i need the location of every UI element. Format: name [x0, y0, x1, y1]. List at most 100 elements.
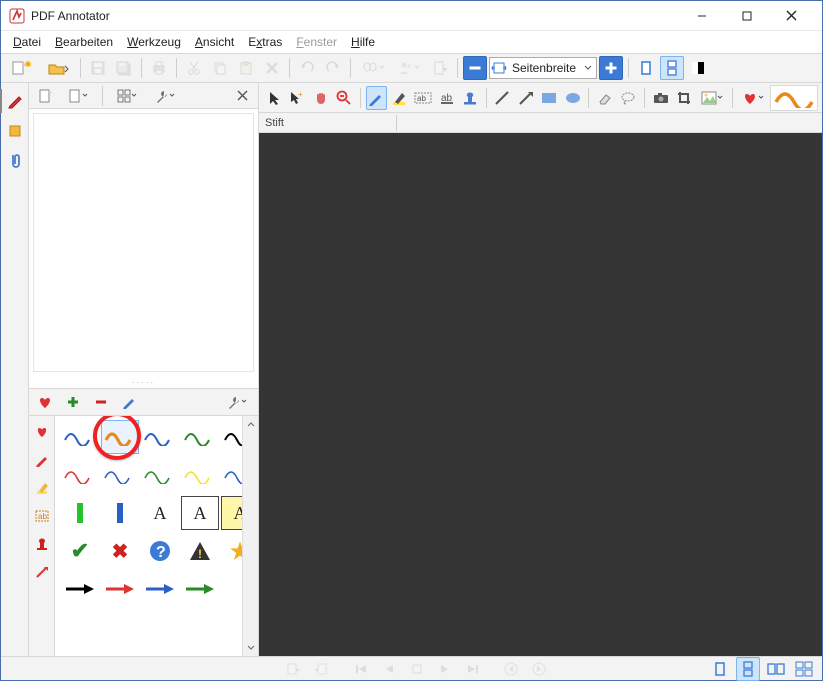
fav-warning[interactable]: ! [181, 534, 219, 568]
favorite-heart-button[interactable] [33, 390, 57, 414]
image-tool[interactable] [697, 86, 727, 110]
continuous-page-button[interactable] [660, 56, 684, 80]
document-canvas[interactable] [259, 133, 822, 656]
fav-squiggle-green[interactable] [181, 420, 219, 454]
zoom-in-button[interactable] [599, 56, 623, 80]
fav-squiggle-blue[interactable] [61, 420, 99, 454]
cut-button[interactable] [182, 56, 206, 80]
fav-squiggle-green-thin[interactable] [141, 458, 179, 492]
fav-checkmark[interactable]: ✔ [61, 534, 99, 568]
layout-single-continuous-button[interactable] [736, 657, 760, 681]
fav-squiggle-red-thin[interactable] [61, 458, 99, 492]
new-document-button[interactable] [5, 56, 39, 80]
lasso-tool[interactable] [618, 86, 639, 110]
fav-question[interactable]: ? [141, 534, 179, 568]
redo-button[interactable] [321, 56, 345, 80]
line-tool[interactable] [492, 86, 513, 110]
goto-page-button[interactable] [428, 56, 452, 80]
nav-first-button[interactable] [349, 657, 373, 681]
menu-window[interactable]: Fenster [290, 33, 343, 51]
copy-button[interactable] [208, 56, 232, 80]
save-all-button[interactable] [112, 56, 136, 80]
menu-edit[interactable]: Bearbeiten [49, 33, 119, 51]
document-thumbnail-area[interactable] [33, 113, 254, 372]
splitter-handle[interactable]: ····· [29, 376, 258, 388]
scroll-down-icon[interactable] [244, 640, 258, 656]
scroll-up-icon[interactable] [244, 416, 258, 432]
menu-view[interactable]: Ansicht [189, 33, 240, 51]
paste-button[interactable] [234, 56, 258, 80]
open-button[interactable] [41, 56, 75, 80]
cat-arrow-icon[interactable] [32, 560, 52, 584]
remove-favorite-button[interactable] [89, 390, 113, 414]
arrow-tool[interactable] [515, 86, 536, 110]
thumbnails-button[interactable] [110, 84, 144, 108]
sidebar-pen-icon[interactable] [4, 87, 26, 115]
cat-stamp-icon[interactable] [32, 532, 52, 556]
nav-last-button[interactable] [461, 657, 485, 681]
fav-arrow-red[interactable] [101, 572, 139, 606]
nav-next-button[interactable] [433, 657, 457, 681]
fav-squiggle-yellow-thin[interactable] [181, 458, 219, 492]
edit-favorite-button[interactable] [117, 390, 141, 414]
fav-squiggle-blue-thin[interactable] [101, 458, 139, 492]
stamp-tool[interactable] [459, 86, 480, 110]
favorites-settings-button[interactable] [220, 390, 254, 414]
window-maximize-button[interactable] [724, 2, 769, 30]
nav-back-button[interactable] [499, 657, 523, 681]
cursor-plus-tool[interactable]: + [286, 86, 307, 110]
layout-two-up-button[interactable] [764, 657, 788, 681]
dark-contrast-button[interactable] [686, 56, 710, 80]
fav-letter-plain[interactable]: A [141, 496, 179, 530]
sidebar-paperclip-icon[interactable] [4, 147, 26, 175]
menu-file[interactable]: DDateiatei [7, 33, 47, 51]
cat-pen-red-icon[interactable] [32, 448, 52, 472]
nav-forward-button[interactable] [527, 657, 551, 681]
zoom-out-tool[interactable] [333, 86, 354, 110]
fav-arrow-green[interactable] [181, 572, 219, 606]
window-close-button[interactable] [769, 2, 814, 30]
zoom-combo[interactable]: Seitenbreite [489, 57, 597, 79]
layout-two-up-continuous-button[interactable] [792, 657, 816, 681]
add-favorite-button[interactable] [61, 390, 85, 414]
window-minimize-button[interactable] [679, 2, 724, 30]
cat-heart-icon[interactable] [32, 420, 52, 444]
text-underline-tool[interactable]: ab [436, 86, 457, 110]
current-tool-swatch[interactable] [770, 85, 818, 111]
new-page-button[interactable] [61, 84, 95, 108]
eraser-tool[interactable] [594, 86, 615, 110]
ellipse-tool[interactable] [562, 86, 583, 110]
fav-cross[interactable]: ✖ [101, 534, 139, 568]
delete-button[interactable] [260, 56, 284, 80]
text-box-tool[interactable]: ab [412, 86, 433, 110]
print-button[interactable] [147, 56, 171, 80]
nav-prev-button[interactable] [377, 657, 401, 681]
cursor-tool[interactable] [263, 86, 284, 110]
fav-highlight-blue[interactable] [101, 496, 139, 530]
menu-tool[interactable]: Werkzeug [121, 33, 187, 51]
single-page-button[interactable] [634, 56, 658, 80]
nav-page-a[interactable] [281, 657, 305, 681]
fav-squiggle-blue2[interactable] [141, 420, 179, 454]
blank-document-button[interactable] [33, 84, 57, 108]
sidebar-note-icon[interactable] [4, 117, 26, 145]
nav-stop-button[interactable] [405, 657, 429, 681]
rectangle-tool[interactable] [538, 86, 559, 110]
fav-letter-box[interactable]: A [181, 496, 219, 530]
fav-arrow-blue[interactable] [141, 572, 179, 606]
nav-page-b[interactable] [309, 657, 333, 681]
fav-squiggle-orange[interactable] [101, 420, 139, 454]
cat-text-icon[interactable]: ab [32, 504, 52, 528]
layout-single-button[interactable] [708, 657, 732, 681]
favorites-scrollbar[interactable] [242, 416, 258, 656]
wrench-button[interactable] [148, 84, 182, 108]
pen-tool[interactable] [366, 86, 387, 110]
fav-arrow-black[interactable] [61, 572, 99, 606]
close-panel-button[interactable] [230, 84, 254, 108]
favorite-heart-dropdown[interactable] [738, 86, 768, 110]
save-button[interactable] [86, 56, 110, 80]
zoom-combo-dropdown[interactable] [580, 58, 596, 78]
people-button[interactable] [392, 56, 426, 80]
menu-help[interactable]: Hilfe [345, 33, 381, 51]
undo-button[interactable] [295, 56, 319, 80]
